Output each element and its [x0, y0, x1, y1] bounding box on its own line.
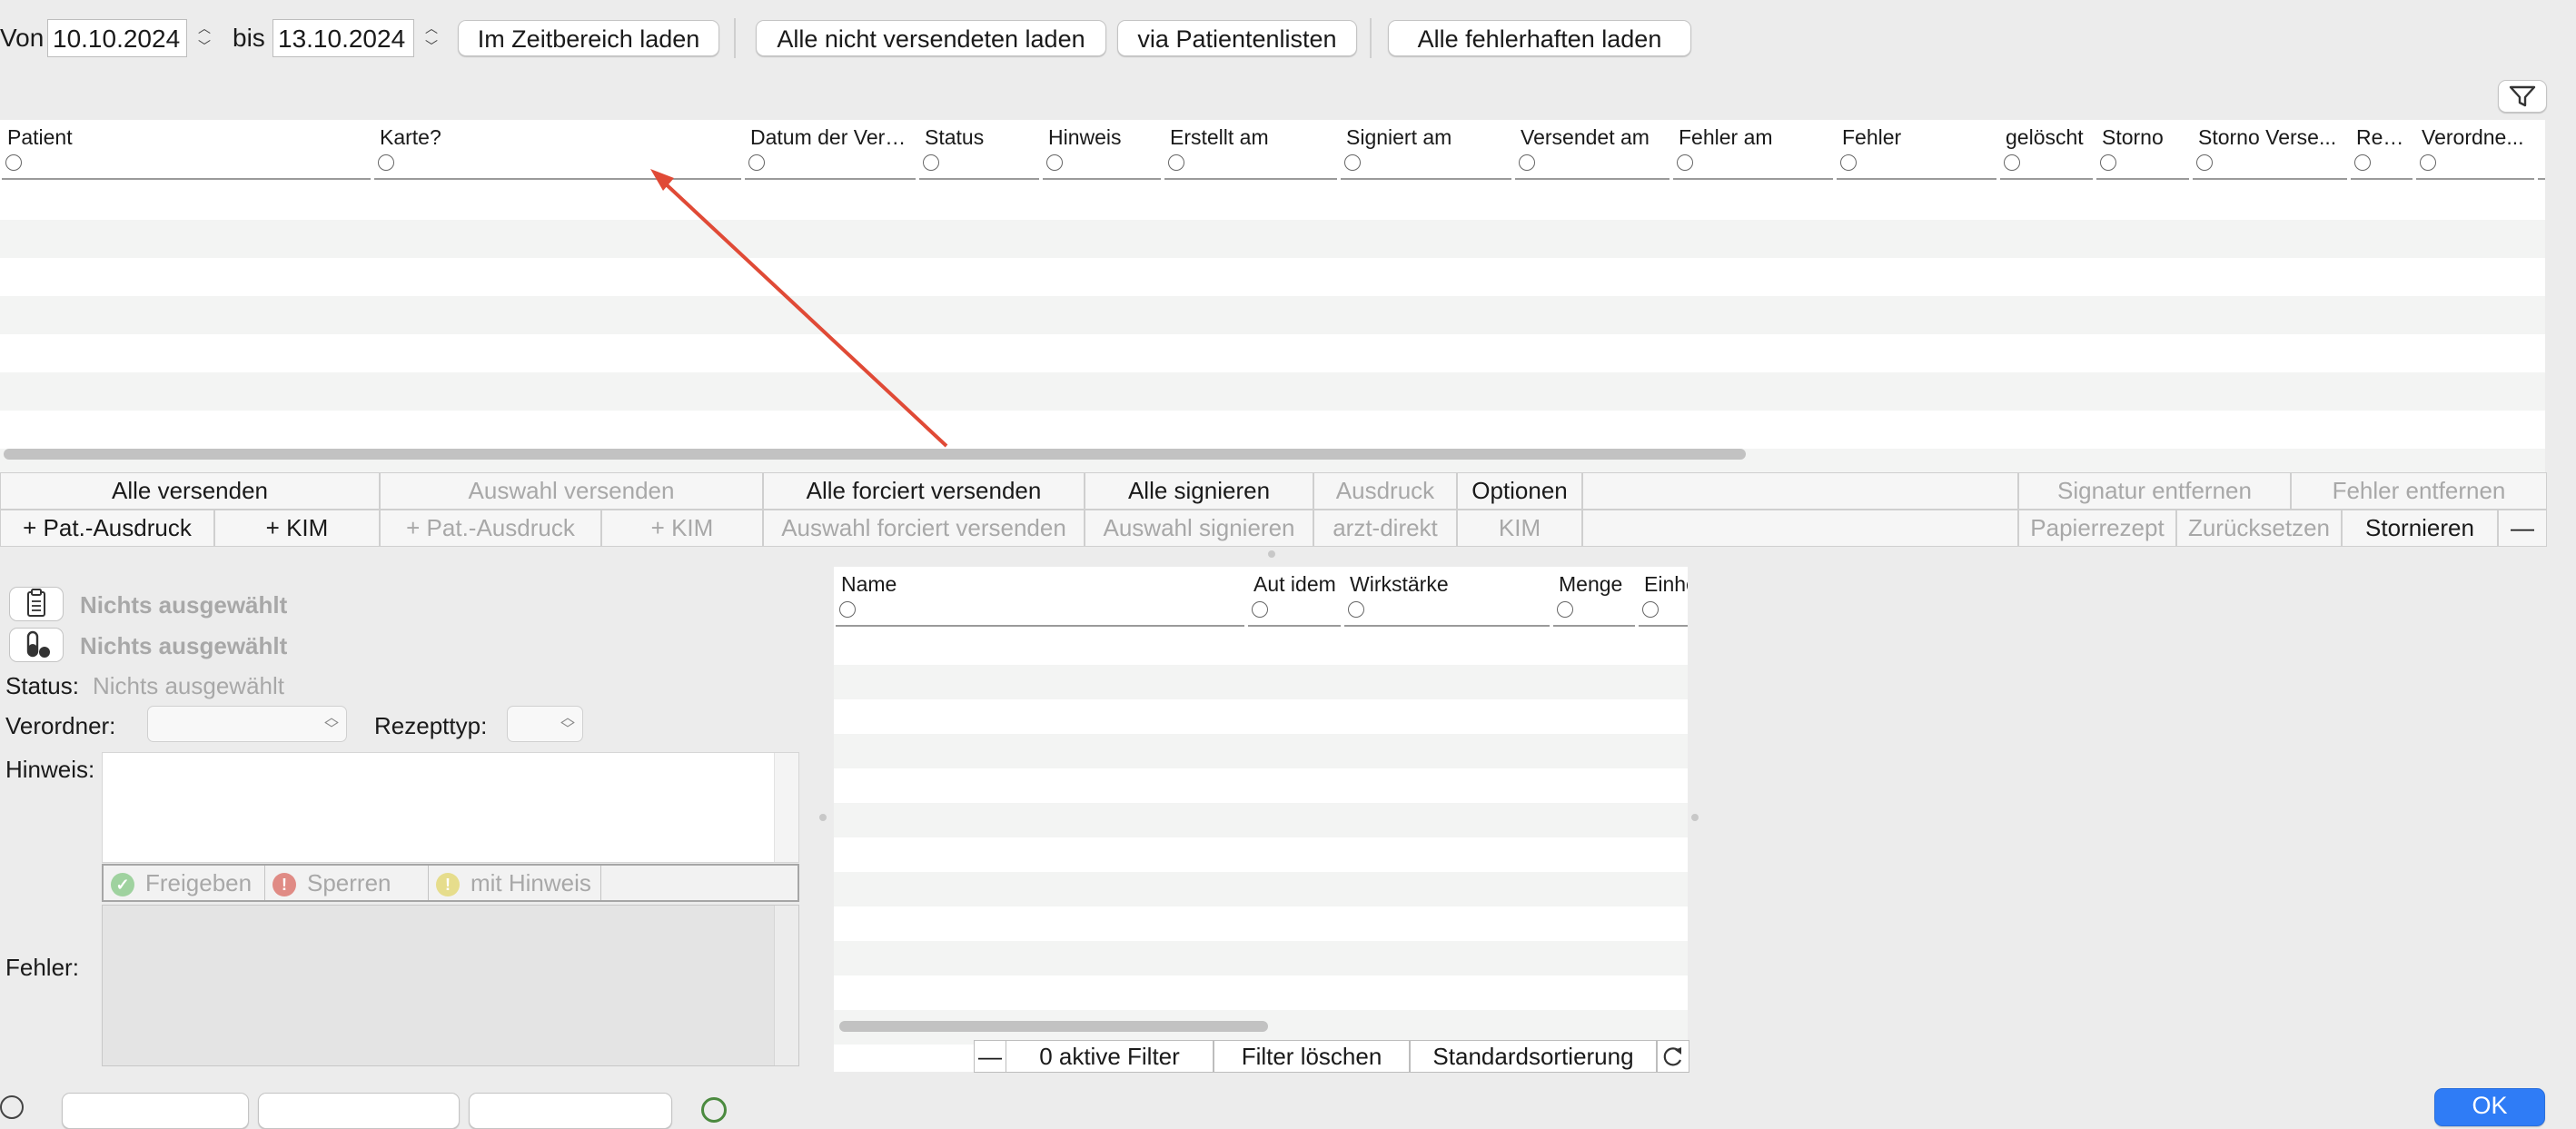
help-icon[interactable]	[0, 1095, 24, 1119]
chevron-updown-icon: ︿ ﹀	[560, 710, 575, 738]
column-filter-radio[interactable]	[839, 601, 856, 618]
column-filter-radio[interactable]	[1557, 601, 1573, 618]
note-scrollbar[interactable]	[774, 753, 798, 862]
default-sort-button[interactable]: Standardsortierung	[1410, 1040, 1657, 1073]
add-icon[interactable]	[701, 1097, 727, 1123]
with-note-segment[interactable]: ! mit Hinweis	[429, 866, 601, 900]
table-row[interactable]	[834, 941, 1688, 975]
error-label: Fehler:	[5, 954, 79, 981]
action-bar-spacer	[1582, 510, 2018, 547]
prescriber-select[interactable]: ︿ ﹀	[147, 706, 347, 742]
block-segment[interactable]: ! Sperren	[265, 866, 429, 900]
checkmark-icon: ✓	[111, 873, 134, 897]
reset-button[interactable]: Zurücksetzen	[2176, 510, 2342, 547]
column-filter-radio[interactable]	[1348, 601, 1364, 618]
remove-filter-button[interactable]: —	[974, 1040, 1006, 1073]
force-send-all-button[interactable]: Alle forciert versenden	[763, 472, 1085, 510]
paper-prescription-button[interactable]: Papierrezept	[2018, 510, 2176, 547]
active-filters-label: 0 aktive Filter	[1006, 1040, 1214, 1073]
table-row[interactable]	[834, 872, 1688, 906]
note-label: Hinweis:	[5, 756, 95, 783]
exclamation-icon: !	[272, 873, 296, 897]
splitter-handle[interactable]	[1691, 814, 1699, 821]
clear-filter-button[interactable]: Filter löschen	[1214, 1040, 1410, 1073]
refresh-icon	[1663, 1047, 1682, 1066]
kim-selection-toggle[interactable]: + KIM	[601, 510, 763, 547]
splitter-handle[interactable]	[1268, 550, 1275, 558]
column-filter-radio[interactable]	[1252, 601, 1268, 618]
sign-all-button[interactable]: Alle signieren	[1085, 472, 1313, 510]
clipboard-button[interactable]	[9, 587, 64, 621]
column-header-name[interactable]: Name	[836, 567, 1244, 627]
rx-type-select[interactable]: ︿ ﹀	[507, 706, 583, 742]
kim-button[interactable]: KIM	[1457, 510, 1582, 547]
column-header-aut-idem[interactable]: Aut idem	[1248, 567, 1341, 627]
release-segment[interactable]: ✓ Freigeben	[104, 866, 265, 900]
remove-signature-button[interactable]: Signatur entfernen	[2018, 472, 2291, 510]
column-header-unit[interactable]: Einhe	[1639, 567, 1688, 627]
bottom-button[interactable]	[469, 1093, 672, 1129]
nothing-selected-label: Nichts ausgewählt	[80, 632, 288, 659]
column-filter-radio[interactable]	[1642, 601, 1659, 618]
horizontal-scrollbar[interactable]	[839, 1021, 1268, 1032]
column-header-quantity[interactable]: Menge	[1553, 567, 1635, 627]
options-button[interactable]: Optionen	[1457, 472, 1582, 510]
sign-selection-button[interactable]: Auswahl signieren	[1085, 510, 1313, 547]
prescriber-label: Verordner:	[5, 712, 116, 739]
table-row[interactable]	[834, 665, 1688, 699]
bottom-button[interactable]	[62, 1093, 249, 1129]
exclamation-icon: !	[436, 873, 460, 897]
chevron-updown-icon: ︿ ﹀	[323, 710, 339, 738]
collapse-button[interactable]: —	[2498, 510, 2547, 547]
pat-print-toggle[interactable]: + Pat.-Ausdruck	[0, 510, 214, 547]
splitter-handle[interactable]	[819, 814, 827, 821]
release-segmented-control[interactable]: ✓ Freigeben ! Sperren ! mit Hinweis	[102, 864, 799, 902]
medication-button[interactable]	[9, 628, 64, 662]
print-button[interactable]: Ausdruck	[1313, 472, 1457, 510]
error-scrollbar[interactable]	[774, 906, 798, 1065]
bottom-button[interactable]	[258, 1093, 460, 1129]
status-label: Status:	[5, 672, 79, 699]
column-header-strength[interactable]: Wirkstärke	[1344, 567, 1550, 627]
force-send-selection-button[interactable]: Auswahl forciert versenden	[763, 510, 1085, 547]
doctor-direct-button[interactable]: arzt-direkt	[1313, 510, 1457, 547]
refresh-button[interactable]	[1657, 1040, 1689, 1073]
send-all-button[interactable]: Alle versenden	[0, 472, 380, 510]
pat-print-selection-toggle[interactable]: + Pat.-Ausdruck	[380, 510, 601, 547]
table-row[interactable]	[834, 803, 1688, 837]
note-textarea[interactable]	[102, 752, 799, 863]
send-selection-button[interactable]: Auswahl versenden	[380, 472, 763, 510]
rx-type-label: Rezepttyp:	[374, 712, 488, 739]
status-value: Nichts ausgewählt	[93, 672, 284, 699]
action-bar-spacer	[1582, 472, 2018, 510]
pills-icon	[26, 630, 50, 658]
cancel-prescription-button[interactable]: Stornieren	[2342, 510, 2498, 547]
table-row[interactable]	[834, 734, 1688, 768]
kim-toggle[interactable]: + KIM	[214, 510, 380, 547]
error-textarea	[102, 905, 799, 1066]
remove-error-button[interactable]: Fehler entfernen	[2291, 472, 2547, 510]
nothing-selected-label: Nichts ausgewählt	[80, 591, 288, 619]
clipboard-icon	[27, 589, 45, 617]
medication-table[interactable]: Name Aut idem Wirkstärke Menge Einhe	[834, 567, 1688, 1072]
ok-button[interactable]: OK	[2434, 1088, 2545, 1126]
